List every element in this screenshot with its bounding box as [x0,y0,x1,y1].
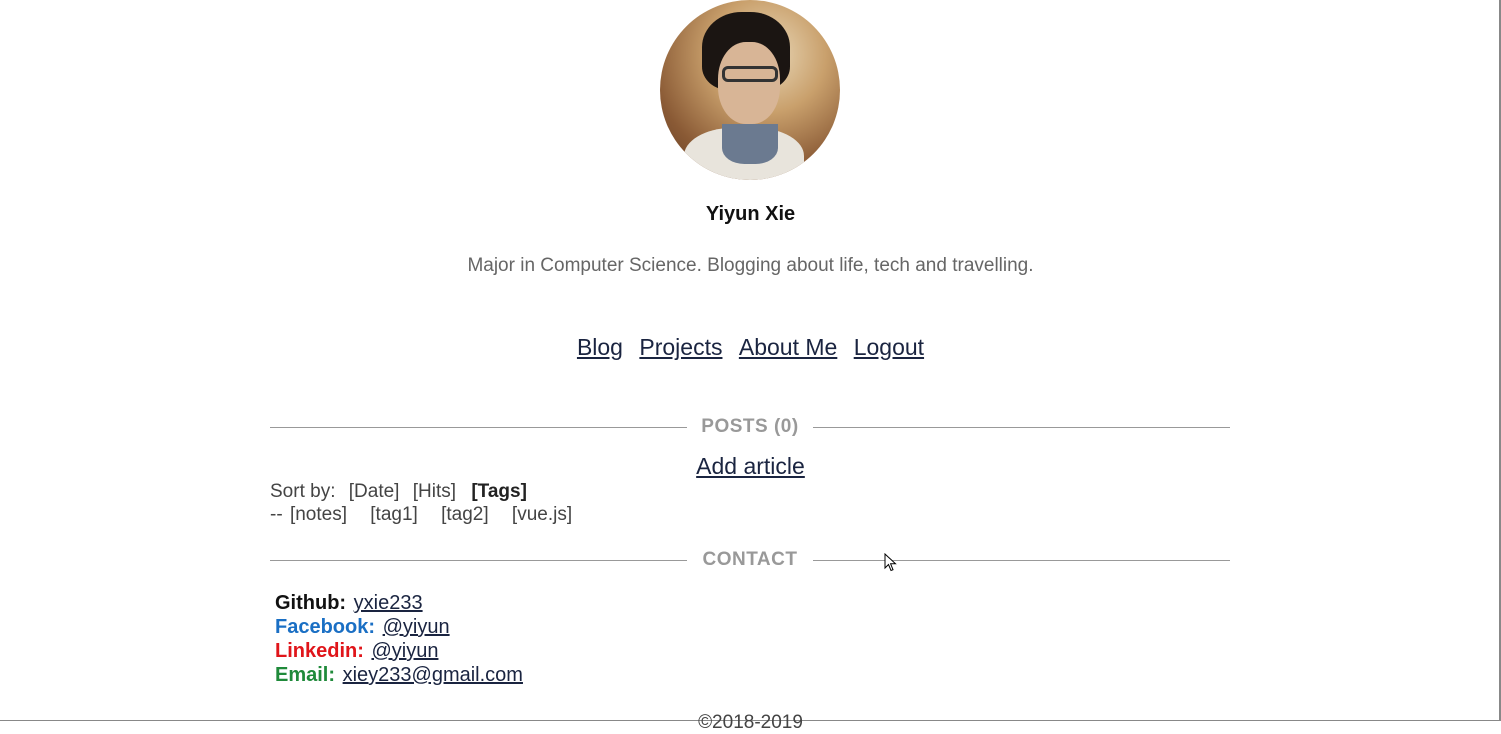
sort-date-option[interactable]: [Date] [349,481,400,502]
contact-title: CONTACT [702,549,798,570]
tag-item[interactable]: [vue.js] [512,504,572,525]
posts-title: POSTS (0) [701,416,799,437]
sort-label: Sort by: [270,481,336,502]
sort-hits-option[interactable]: [Hits] [413,481,456,502]
contact-list: Github: yxie233 Facebook: @yiyun Linkedi… [275,591,523,687]
contact-facebook-label: Facebook: [275,616,376,638]
contact-github-link[interactable]: yxie233 [354,592,423,614]
contact-linkedin-link[interactable]: @yiyun [371,640,438,662]
avatar-collar [722,124,778,164]
profile-name: Yiyun Xie [705,203,796,225]
add-article-link[interactable]: Add article [696,453,805,479]
contact-linkedin: Linkedin: @yiyun [275,639,523,663]
add-article-container: Add article [0,453,1501,480]
footer-copyright: ©2018-2019 [698,712,803,733]
profile-bio: Major in Computer Science. Blogging abou… [467,255,1034,276]
contact-section-header: CONTACT [270,545,1230,575]
tag-list: -- [notes] [tag1] [tag2] [vue.js] [270,504,572,526]
main-nav: Blog Projects About Me Logout [0,334,1501,361]
nav-about-link[interactable]: About Me [739,334,837,360]
avatar-face [718,42,780,124]
avatar-glasses [722,66,778,82]
contact-github: Github: yxie233 [275,591,523,615]
tag-item[interactable]: [tag1] [370,504,418,525]
mouse-cursor-icon [884,553,897,572]
sort-bar: Sort by: [Date] [Hits] [Tags] [270,481,527,503]
tag-item[interactable]: [notes] [290,504,347,525]
posts-section-header: POSTS (0) [270,412,1230,442]
sort-tags-option[interactable]: [Tags] [471,481,527,502]
nav-logout-link[interactable]: Logout [854,334,924,360]
tag-prefix: -- [270,504,283,525]
contact-email-label: Email: [275,664,336,686]
contact-github-label: Github: [275,592,347,614]
contact-email: Email: xiey233@gmail.com [275,663,523,687]
avatar [660,0,840,180]
contact-email-link[interactable]: xiey233@gmail.com [343,664,523,686]
contact-linkedin-label: Linkedin: [275,640,364,662]
contact-facebook-link[interactable]: @yiyun [383,616,450,638]
tag-item[interactable]: [tag2] [441,504,489,525]
nav-projects-link[interactable]: Projects [639,334,722,360]
nav-blog-link[interactable]: Blog [577,334,623,360]
contact-facebook: Facebook: @yiyun [275,615,523,639]
